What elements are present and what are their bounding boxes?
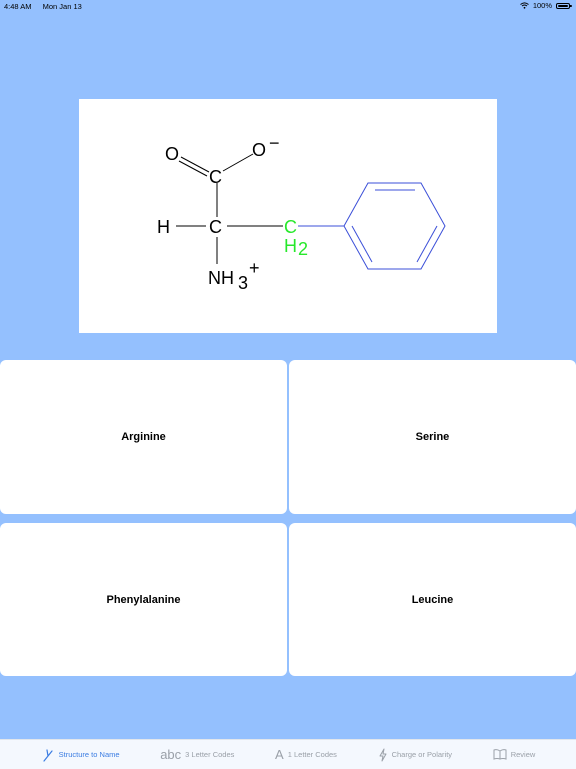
tab-label: 3 Letter Codes (185, 750, 235, 759)
letter-a-icon: A (275, 747, 284, 762)
battery-percent: 100% (532, 1, 552, 10)
book-icon (493, 749, 507, 760)
carboxylate-charge: − (269, 133, 280, 153)
atom-h: H (157, 217, 170, 237)
ring-double-2 (416, 225, 438, 263)
atom-carboxyl-c: C (209, 167, 222, 187)
answer-label: Arginine (121, 431, 166, 443)
tab-review[interactable]: Review (493, 749, 536, 760)
status-time: 4:48 AM (4, 2, 32, 11)
side-subscript: 2 (298, 239, 308, 259)
answer-button-serine[interactable]: Serine (289, 360, 576, 514)
answer-button-arginine[interactable]: Arginine (0, 360, 287, 514)
status-bar: 4:48 AM Mon Jan 13 100% (0, 0, 576, 14)
wifi-icon (519, 2, 529, 9)
structure-card: O O − C H C NH 3 + C H 2 (79, 99, 497, 333)
answer-label: Leucine (411, 593, 454, 606)
bolt-icon (379, 748, 387, 761)
atom-carbonyl-o: O (165, 144, 179, 164)
bond-co-single (222, 153, 254, 172)
amine-subscript: 3 (238, 273, 248, 293)
phenylalanine-structure: O O − C H C NH 3 + C H 2 (157, 133, 446, 293)
tab-structure-to-name[interactable]: Structure to Name (41, 748, 120, 762)
answer-label: Serine (415, 431, 450, 443)
tab-label: Charge or Polarity (391, 750, 453, 759)
status-date: Mon Jan 13 (42, 2, 82, 11)
battery-icon (556, 2, 572, 9)
atom-amine-n: NH (208, 268, 234, 288)
atom-alpha-c: C (209, 217, 222, 237)
answer-button-phenylalanine[interactable]: Phenylalanine (0, 523, 287, 676)
atom-side-h: H (284, 236, 297, 256)
ring-double-3 (351, 225, 373, 263)
benzene-ring (343, 182, 446, 270)
abc-icon: abc (160, 747, 182, 762)
tab-label: Review (510, 750, 536, 759)
tab-1-letter-codes[interactable]: A 1 Letter Codes (275, 748, 337, 761)
atom-side-c: C (284, 217, 297, 237)
amine-charge: + (249, 258, 260, 278)
atom-carboxylate-o: O (252, 140, 266, 160)
tab-bar: Structure to Name abc 3 Letter Codes A 1… (0, 739, 576, 769)
answer-label: Phenylalanine (106, 593, 181, 606)
tuning-fork-icon (43, 748, 53, 762)
tab-label: Structure to Name (58, 750, 120, 759)
tab-3-letter-codes[interactable]: abc 3 Letter Codes (160, 748, 234, 761)
answer-button-leucine[interactable]: Leucine (289, 523, 576, 676)
tab-charge-or-polarity[interactable]: Charge or Polarity (378, 748, 452, 762)
tab-label: 1 Letter Codes (287, 750, 337, 759)
